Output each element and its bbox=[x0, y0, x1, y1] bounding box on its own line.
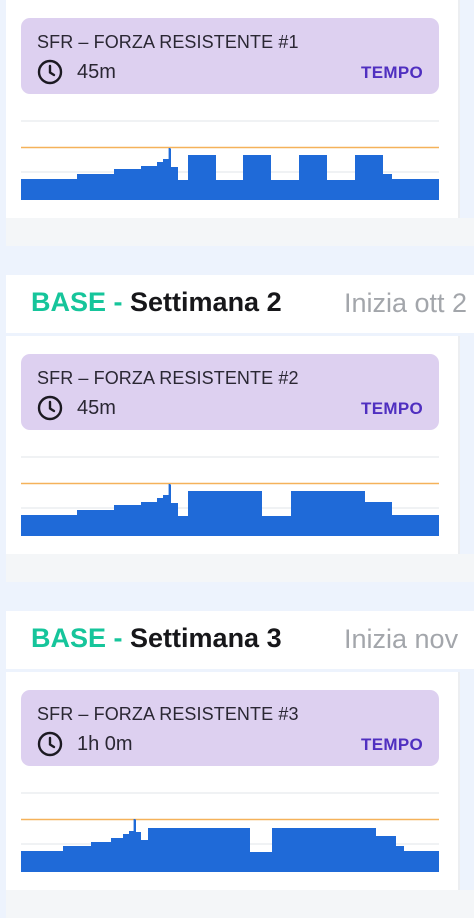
workout-duration: 1h 0m bbox=[77, 733, 133, 755]
card-footer bbox=[6, 890, 474, 918]
phase-label: BASE - bbox=[31, 623, 123, 653]
ftp-marker bbox=[168, 148, 171, 162]
workout-header[interactable]: SFR – FORZA RESISTENTE #3 1h 0m TEMPO bbox=[21, 690, 439, 766]
workout-header[interactable]: SFR – FORZA RESISTENTE #2 45m TEMPO bbox=[21, 354, 439, 430]
week-title: BASE - Settimana 2 bbox=[31, 287, 282, 318]
week-title: BASE - Settimana 3 bbox=[31, 623, 282, 654]
workout-title: SFR – FORZA RESISTENTE #1 bbox=[37, 32, 299, 52]
chart-baseline bbox=[21, 852, 439, 872]
phase-label: BASE - bbox=[31, 287, 123, 317]
week-name: Settimana 3 bbox=[130, 623, 282, 653]
clock-icon bbox=[37, 395, 63, 421]
ftp-marker bbox=[168, 484, 171, 498]
card-divider bbox=[458, 672, 460, 890]
workout-power-profile bbox=[21, 120, 439, 200]
week-name: Settimana 2 bbox=[130, 287, 282, 317]
workout-type-tag: TEMPO bbox=[361, 63, 423, 82]
clock-icon bbox=[37, 59, 63, 85]
workout-title: SFR – FORZA RESISTENTE #3 bbox=[37, 704, 299, 724]
card-divider bbox=[458, 0, 460, 218]
card-footer bbox=[6, 218, 474, 246]
workout-header[interactable]: SFR – FORZA RESISTENTE #1 45m TEMPO bbox=[21, 18, 439, 94]
week-section-header: BASE - Settimana 2 Inizia ott 2 bbox=[6, 275, 474, 333]
chart-baseline bbox=[21, 180, 439, 200]
chart-baseline bbox=[21, 516, 439, 536]
week-start-date: Inizia ott 2 bbox=[344, 288, 468, 318]
card-footer bbox=[6, 554, 474, 582]
ftp-marker bbox=[133, 819, 136, 833]
workout-duration: 45m bbox=[77, 61, 116, 83]
workout-type-tag: TEMPO bbox=[361, 735, 423, 754]
workout-power-profile bbox=[21, 456, 439, 536]
workout-power-profile bbox=[21, 792, 439, 872]
workout-type-tag: TEMPO bbox=[361, 399, 423, 418]
week-section-header: BASE - Settimana 3 Inizia nov bbox=[6, 611, 474, 669]
workout-title: SFR – FORZA RESISTENTE #2 bbox=[37, 368, 299, 388]
clock-icon bbox=[37, 731, 63, 757]
workout-duration: 45m bbox=[77, 397, 116, 419]
week-start-date: Inizia nov bbox=[344, 624, 459, 654]
card-divider bbox=[458, 336, 460, 554]
